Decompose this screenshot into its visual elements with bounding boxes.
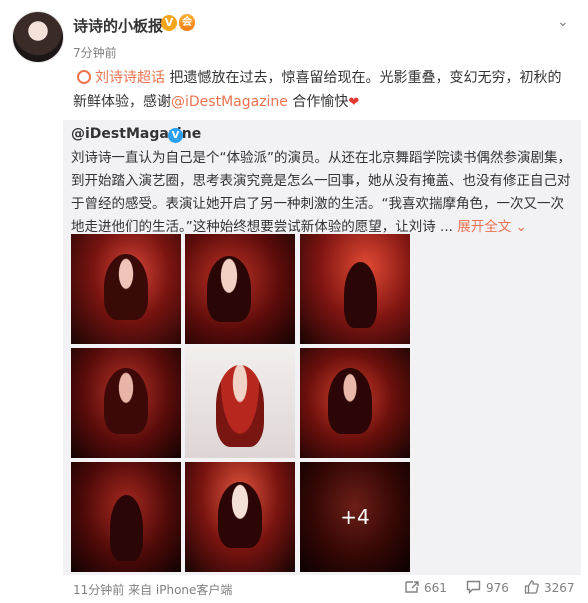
vip-badge-icon[interactable]: 会 <box>179 14 195 31</box>
photo-thumbnail[interactable] <box>185 234 295 344</box>
chevron-down-icon[interactable]: ⌄ <box>557 14 569 30</box>
topic-link[interactable]: 刘诗诗超话 <box>95 70 165 86</box>
photo-figure <box>109 495 143 561</box>
photo-figure <box>104 367 148 434</box>
like-button[interactable]: 3267 <box>524 579 575 597</box>
photo-figure <box>104 253 148 320</box>
weibo-card: 诗诗的小板报 V 会 7分钟前 ⌄ 刘诗诗超话 把遗憾放在过去，惊喜留给现在。光… <box>0 0 588 603</box>
comment-button[interactable]: 976 <box>466 579 509 597</box>
comment-count: 976 <box>486 581 509 595</box>
expand-full-text-link[interactable]: 展开全文 ⌄ <box>457 219 527 235</box>
photo-figure <box>344 261 377 328</box>
comment-icon <box>466 580 481 594</box>
photo-figure <box>327 367 372 434</box>
original-post-text: 刘诗诗一直认为自己是个“体验派”的演员。从还在北京舞蹈学院读书偶然参演剧集，到开… <box>71 147 575 239</box>
mention-link[interactable]: @iDestMagazine <box>171 94 288 110</box>
verified-icon: V <box>161 15 177 31</box>
more-photos-button[interactable]: +4 <box>300 462 410 572</box>
photo-thumbnail[interactable] <box>71 348 181 458</box>
verified-icon: V <box>168 128 183 143</box>
photo-figure <box>215 364 265 447</box>
topic-icon <box>77 70 91 84</box>
thumbs-up-icon <box>524 580 539 594</box>
photo-thumbnail[interactable] <box>300 348 410 458</box>
post-time[interactable]: 7分钟前 <box>73 44 117 61</box>
author-name[interactable]: 诗诗的小板报 <box>73 15 163 36</box>
repost-icon <box>405 581 419 593</box>
photo-thumbnail[interactable] <box>185 462 295 572</box>
photo-thumbnail[interactable] <box>300 234 410 344</box>
photo-thumbnail[interactable] <box>71 462 181 572</box>
photo-figure <box>207 256 251 322</box>
repost-button[interactable]: 661 <box>404 579 447 597</box>
photo-thumbnail[interactable] <box>185 348 295 458</box>
avatar[interactable] <box>12 11 64 63</box>
like-count: 3267 <box>544 581 575 595</box>
photo-figure <box>218 481 262 548</box>
heart-icon: ❤ <box>348 95 360 110</box>
repost-count: 661 <box>424 581 447 595</box>
more-photos-count: +4 <box>300 462 410 572</box>
photo-thumbnail[interactable] <box>71 234 181 344</box>
post-text: 刘诗诗超话 把遗憾放在过去，惊喜留给现在。光影重叠，变幻无穷，初秋的新鲜体验，感… <box>73 66 573 115</box>
source-info: 11分钟前 来自 iPhone客户端 <box>73 583 233 597</box>
post-text-part2: 合作愉快 <box>287 94 349 110</box>
